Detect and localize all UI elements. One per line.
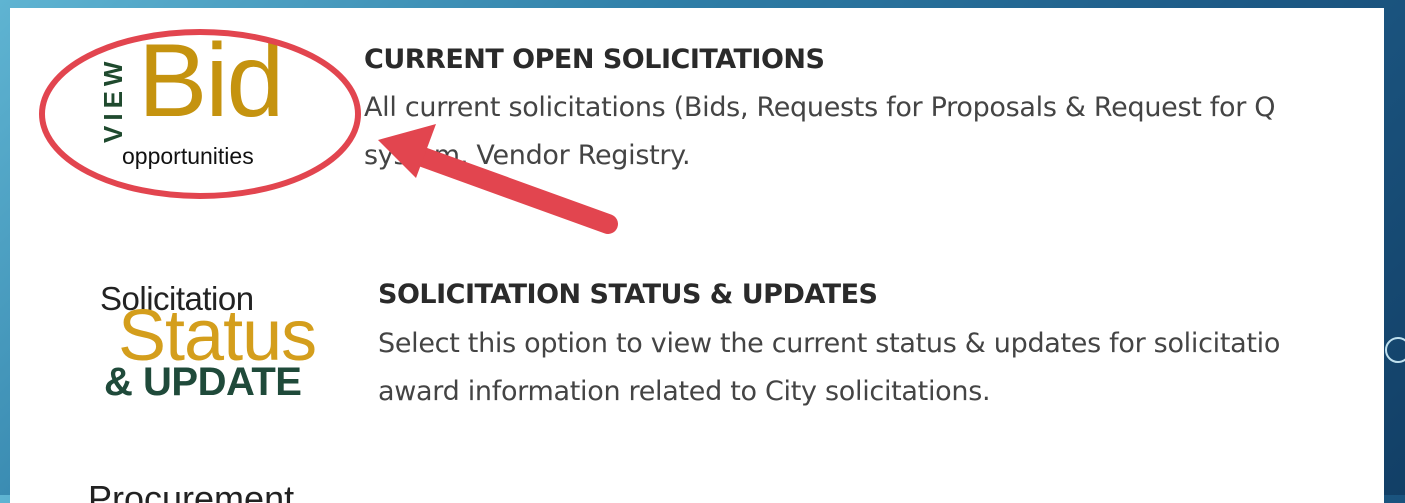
logo-bid-text: Bid [138,23,284,139]
item-title-solicitation-status-updates[interactable]: SOLICITATION STATUS & UPDATES [378,279,878,310]
desc-line: Select this option to view the current s… [378,328,1281,359]
slide-edge-circle-icon [1385,337,1405,363]
logo-opportunities-text: opportunities [122,143,254,169]
item-description-solicitation-status-updates: Select this option to view the current s… [378,320,1383,416]
desc-line: system, Vendor Registry. [364,140,691,171]
item-description-current-open-solicitations: All current solicitations (Bids, Request… [364,84,1384,180]
solicitation-status-update-logo[interactable]: Solicitation Status & UPDATE [100,280,350,410]
item-title-current-open-solicitations[interactable]: CURRENT OPEN SOLICITATIONS [364,44,825,75]
content-panel: VIEW Bid opportunities CURRENT OPEN SOLI… [10,8,1384,503]
desc-line: All current solicitations (Bids, Request… [364,92,1276,123]
logo-update-text: & UPDATE [104,360,302,404]
view-bid-opportunities-logo[interactable]: VIEW Bid opportunities [10,8,284,169]
procurement-partial-text: Procurement [88,478,295,503]
desc-line: award information related to City solici… [378,376,991,407]
